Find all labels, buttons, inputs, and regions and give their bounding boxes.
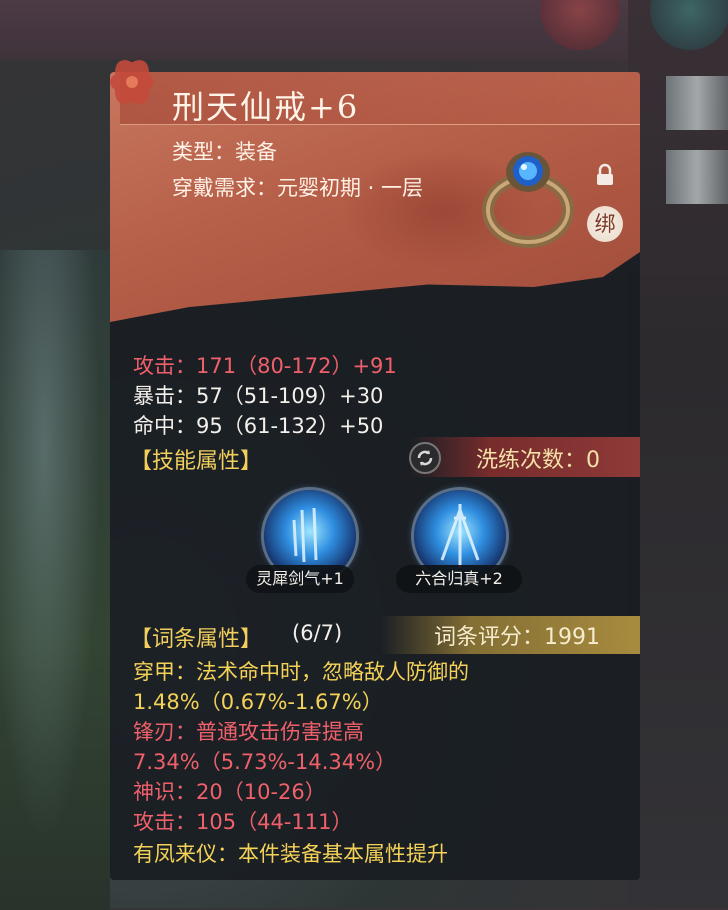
- background-scenery: [0, 250, 110, 910]
- affix-line: 1.48%（0.67%-1.67%）: [133, 690, 383, 714]
- item-name: 刑天仙戒+6: [172, 88, 360, 126]
- affix-section-heading: 【词条属性】: [130, 627, 263, 652]
- skills-section-heading: 【技能属性】: [130, 449, 263, 474]
- affix-line: 攻击：105（44-111）: [133, 810, 353, 834]
- lock-icon[interactable]: [592, 162, 618, 188]
- ring-icon: [482, 152, 574, 248]
- affix-line: 神识：20（10-26）: [133, 780, 326, 804]
- refresh-icon[interactable]: [409, 442, 441, 474]
- bound-badge: 绑: [587, 206, 623, 242]
- affix-line: 锋刃：普通攻击伤害提高: [133, 720, 364, 744]
- affix-line: 7.34%（5.73%-14.34%）: [133, 750, 397, 774]
- flower-decoration-icon: [110, 60, 154, 104]
- affix-line: 穿甲：法术命中时，忽略敌人防御的: [133, 660, 469, 684]
- stat-hit: 命中：95（61-132）+50: [133, 414, 384, 438]
- skill-label-sword-qi: 灵犀剑气+1: [246, 565, 354, 593]
- side-tab-2[interactable]: [666, 150, 728, 204]
- skill-label-swords: 六合归真+2: [396, 565, 522, 593]
- item-type: 类型：装备: [172, 140, 277, 164]
- background-right: [628, 0, 728, 908]
- stat-attack: 攻击：171（80-172）+91: [133, 354, 397, 378]
- side-tab-1[interactable]: [666, 76, 728, 130]
- wash-count-label: 洗练次数：0: [476, 448, 600, 473]
- item-requirement: 穿戴需求：元婴初期 · 一层: [172, 176, 424, 200]
- affix-count: (6/7): [292, 621, 343, 645]
- stat-crit: 暴击：57（51-109）+30: [133, 384, 384, 408]
- affix-line: 有凤来仪：本件装备基本属性提升: [133, 842, 448, 866]
- affix-score: 词条评分：1991: [434, 625, 600, 650]
